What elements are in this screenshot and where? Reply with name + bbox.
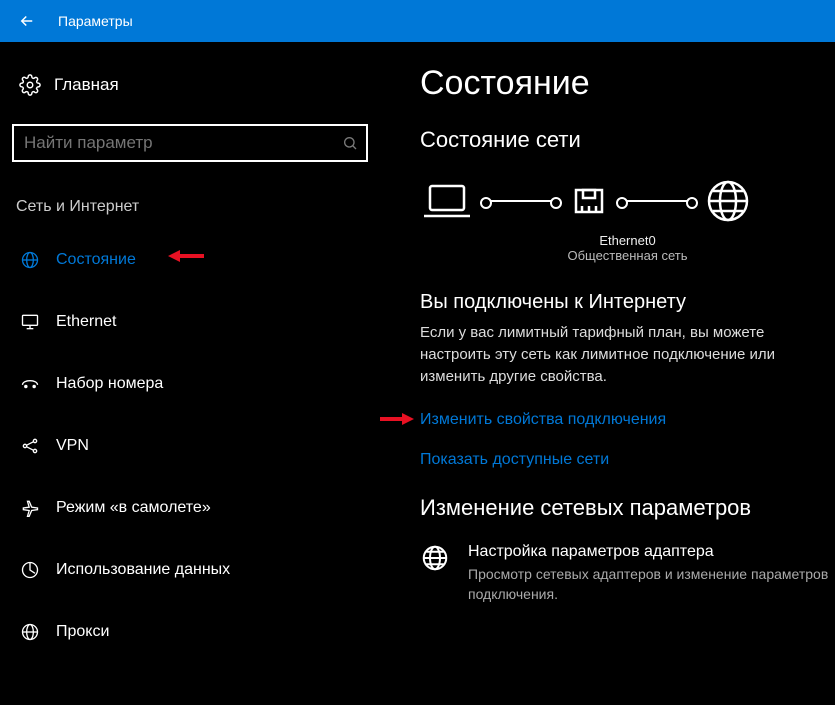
adapter-settings-desc: Просмотр сетевых адаптеров и изменение п…: [468, 565, 835, 604]
change-network-settings-title: Изменение сетевых параметров: [420, 495, 835, 521]
sidebar-item-ethernet[interactable]: Ethernet: [8, 300, 372, 344]
content: Состояние Состояние сети Ethernet0 Общес…: [380, 42, 835, 705]
globe-icon: [16, 622, 44, 642]
search-icon: [342, 135, 358, 151]
dialup-icon: [16, 374, 44, 394]
change-connection-properties-link[interactable]: Изменить свойства подключения: [420, 411, 835, 429]
sidebar-item-proxy[interactable]: Прокси: [8, 610, 372, 654]
network-label: Ethernet0 Общественная сеть: [420, 233, 835, 263]
home-label: Главная: [54, 75, 119, 95]
globe-icon: [704, 177, 752, 225]
globe-icon: [420, 543, 450, 573]
network-name: Ethernet0: [420, 233, 835, 248]
sidebar-item-label: VPN: [56, 437, 89, 455]
section-title: Состояние сети: [420, 127, 835, 153]
network-diagram: [420, 171, 835, 233]
connected-title: Вы подключены к Интернету: [420, 291, 835, 314]
home-button[interactable]: Главная: [8, 68, 372, 102]
sidebar-item-label: Использование данных: [56, 561, 230, 579]
sidebar: Главная Сеть и Интернет Состояние Ethern…: [0, 42, 380, 705]
sidebar-category: Сеть и Интернет: [8, 194, 372, 220]
sidebar-item-airplane[interactable]: Режим «в самолете»: [8, 486, 372, 530]
sidebar-item-label: Набор номера: [56, 375, 163, 393]
globe-icon: [16, 250, 44, 270]
connected-text: Если у вас лимитный тарифный план, вы мо…: [420, 322, 835, 387]
window-title: Параметры: [58, 13, 133, 29]
page-title: Состояние: [420, 64, 835, 103]
sidebar-item-label: Состояние: [56, 251, 136, 269]
search-input[interactable]: [12, 124, 368, 162]
airplane-icon: [16, 498, 44, 518]
show-available-networks-link[interactable]: Показать доступные сети: [420, 451, 835, 469]
sidebar-item-dialup[interactable]: Набор номера: [8, 362, 372, 406]
network-type: Общественная сеть: [420, 248, 835, 263]
sidebar-item-label: Режим «в самолете»: [56, 499, 211, 517]
laptop-icon: [420, 180, 474, 222]
annotation-arrow-icon: [380, 409, 414, 429]
sidebar-item-datausage[interactable]: Использование данных: [8, 548, 372, 592]
sidebar-item-status[interactable]: Состояние: [8, 238, 372, 282]
vpn-icon: [16, 436, 44, 456]
connector-line: [486, 200, 556, 202]
sidebar-item-label: Прокси: [56, 623, 109, 641]
sidebar-item-label: Ethernet: [56, 313, 116, 331]
adapter-settings-button[interactable]: Настройка параметров адаптера Просмотр с…: [420, 543, 835, 604]
adapter-settings-title: Настройка параметров адаптера: [468, 543, 835, 561]
gear-icon: [16, 74, 44, 96]
monitor-icon: [16, 312, 44, 332]
data-usage-icon: [16, 560, 44, 580]
search-wrap: [12, 124, 368, 162]
annotation-arrow-icon: [168, 246, 204, 266]
back-button[interactable]: [12, 6, 42, 36]
sidebar-item-vpn[interactable]: VPN: [8, 424, 372, 468]
titlebar: Параметры: [0, 0, 835, 42]
ethernet-icon: [568, 180, 610, 222]
connector-line: [622, 200, 692, 202]
